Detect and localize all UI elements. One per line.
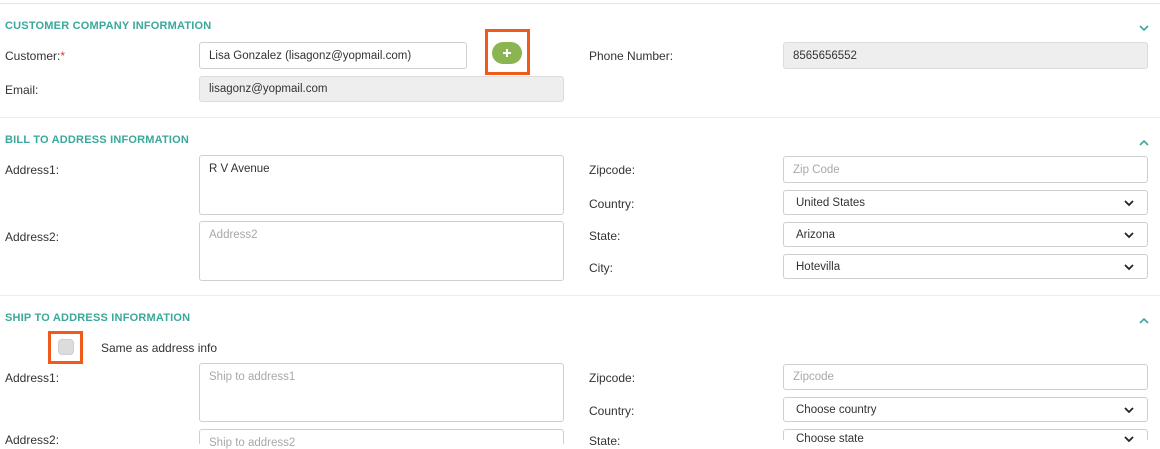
customer-input[interactable]: Lisa Gonzalez (lisagonz@yopmail.com) <box>199 42 467 69</box>
bill-address1-label: Address1: <box>5 163 60 177</box>
email-field[interactable]: lisagonz@yopmail.com <box>199 76 564 102</box>
chevron-down-icon <box>1124 263 1134 270</box>
bill-zipcode-label: Zipcode: <box>589 163 636 177</box>
plus-icon <box>503 49 511 57</box>
bill-country-select[interactable]: United States <box>783 190 1148 215</box>
bill-city-label: City: <box>589 261 613 275</box>
chevron-down-icon <box>1124 406 1134 413</box>
required-mark: * <box>60 49 66 63</box>
ship-address2-textarea[interactable]: Ship to address2 <box>199 429 564 449</box>
bill-address2-textarea[interactable]: Address2 <box>199 221 564 281</box>
ship-country-value: Choose country <box>796 403 877 416</box>
ship-address1-label: Address1: <box>5 371 60 385</box>
chevron-down-icon <box>1124 199 1134 206</box>
ship-address2-label: Address2: <box>5 433 60 447</box>
customer-section-title: CUSTOMER COMPANY INFORMATION <box>5 20 212 32</box>
section-divider <box>0 117 1160 118</box>
ship-address1-textarea[interactable]: Ship to address1 <box>199 363 564 422</box>
same-as-checkbox[interactable] <box>58 339 74 355</box>
bill-zipcode-input[interactable]: Zip Code <box>783 156 1148 183</box>
chevron-up-icon[interactable] <box>1137 314 1151 328</box>
bill-address1-textarea[interactable]: R V Avenue <box>199 155 564 215</box>
ship-state-select[interactable]: Choose state <box>783 429 1148 445</box>
ship-state-label: State: <box>589 434 621 448</box>
ship-country-select[interactable]: Choose country <box>783 397 1148 422</box>
bill-address2-label: Address2: <box>5 230 60 244</box>
phone-label: Phone Number: <box>589 49 674 63</box>
bill-section-title: BILL TO ADDRESS INFORMATION <box>5 134 190 146</box>
ship-state-value: Choose state <box>796 433 864 445</box>
section-divider <box>0 295 1160 296</box>
bill-country-value: United States <box>796 196 866 209</box>
bill-state-label: State: <box>589 229 621 243</box>
phone-field[interactable]: 8565656552 <box>783 42 1148 69</box>
bill-country-label: Country: <box>589 197 635 211</box>
chevron-down-icon[interactable] <box>1137 21 1151 35</box>
top-divider <box>0 3 1160 4</box>
customer-label: Customer:* <box>5 49 65 63</box>
chevron-up-icon[interactable] <box>1137 136 1151 150</box>
ship-section-title: SHIP TO ADDRESS INFORMATION <box>5 312 191 324</box>
add-customer-button[interactable] <box>492 42 522 64</box>
bill-state-value: Arizona <box>796 228 835 241</box>
customer-label-text: Customer: <box>5 49 61 63</box>
email-label: Email: <box>5 83 39 97</box>
bill-state-select[interactable]: Arizona <box>783 222 1148 247</box>
ship-country-label: Country: <box>589 404 635 418</box>
bill-city-select[interactable]: Hotevilla <box>783 254 1148 279</box>
chevron-down-icon <box>1124 231 1134 238</box>
ship-zipcode-input[interactable]: Zipcode <box>783 364 1148 390</box>
ship-zipcode-label: Zipcode: <box>589 371 636 385</box>
bill-city-value: Hotevilla <box>796 260 841 273</box>
same-as-label: Same as address info <box>101 341 218 355</box>
chevron-down-icon <box>1124 436 1134 443</box>
